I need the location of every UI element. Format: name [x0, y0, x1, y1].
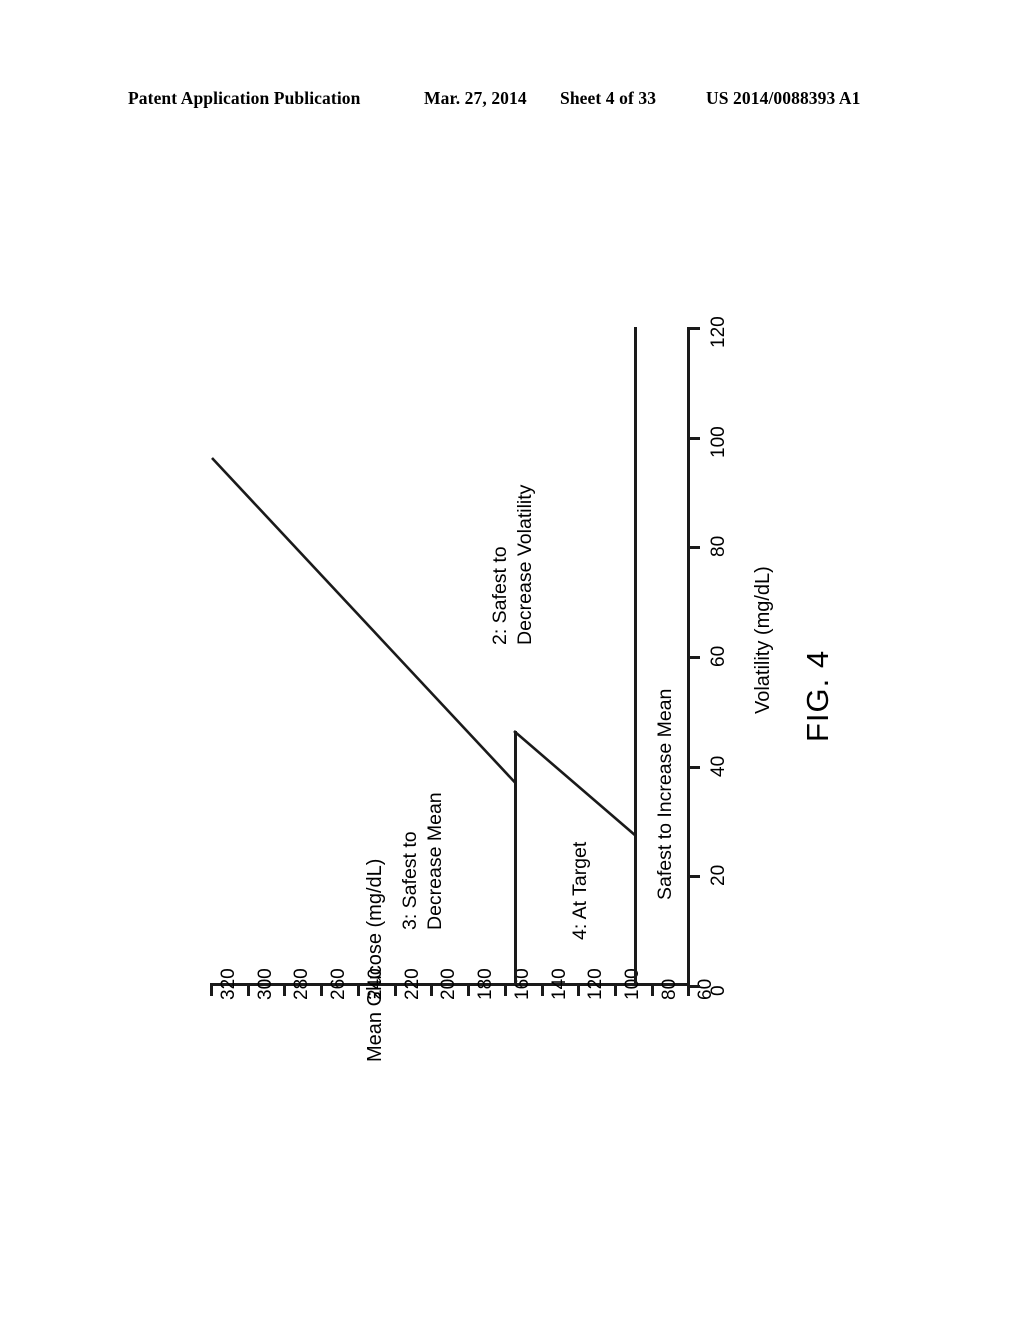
decrease-mean-boundary-diagonal	[211, 457, 517, 784]
glucose-tick-200	[430, 985, 433, 996]
volatility-tick-label-120: 120	[708, 316, 729, 348]
mean-glucose-axis-title: Mean Glucose (mg/dL)	[364, 858, 386, 1062]
glucose-tick-80	[651, 985, 654, 996]
region-label-decrease-mean-line1: 3: Safest to	[399, 831, 421, 930]
volatility-tick-20	[689, 875, 700, 878]
volatility-tick-label-60: 60	[708, 645, 729, 667]
figure-4-plot: 320 300 280 260 240 220 200 180 160 140 …	[0, 0, 1024, 1320]
glucose-tick-300	[247, 985, 250, 996]
region-label-at-target: 4: At Target	[568, 842, 593, 940]
volatility-tick-120	[689, 327, 700, 330]
volatility-tick-label-40: 40	[708, 755, 729, 777]
glucose-tick-label-320: 320	[218, 968, 239, 1000]
volatility-tick-label-100: 100	[708, 426, 729, 458]
glucose-tick-120	[577, 985, 580, 996]
region-label-decrease-mean-line2: Decrease Mean	[424, 792, 446, 930]
volatility-tick-100	[689, 437, 700, 440]
volatility-axis-title: Volatility (mg/dL)	[752, 566, 774, 714]
at-target-upper-boundary-diagonal	[513, 730, 637, 837]
glucose-tick-label-220: 220	[402, 968, 423, 1000]
glucose-tick-label-140: 140	[549, 968, 570, 1000]
region-label-increase-mean-line1: Safest to Increase Mean	[654, 688, 676, 900]
glucose-tick-label-260: 260	[328, 968, 349, 1000]
glucose-tick-220	[394, 985, 397, 996]
volatility-tick-40	[689, 766, 700, 769]
region-label-decrease-volatility: 2: Safest to Decrease Volatility	[488, 485, 538, 645]
glucose-tick-label-120: 120	[585, 968, 606, 1000]
glucose-tick-240	[357, 985, 360, 996]
region-boundary-diagonals	[211, 457, 637, 837]
volatility-tick-60	[689, 656, 700, 659]
region-label-decrease-volatility-line1: 2: Safest to	[489, 546, 511, 645]
figure-caption: FIG. 4	[800, 649, 835, 742]
region-label-decrease-mean: 3: Safest to Decrease Mean	[398, 792, 448, 930]
glucose-tick-label-300: 300	[255, 968, 276, 1000]
glucose-tick-label-280: 280	[291, 968, 312, 1000]
glucose-tick-320	[210, 985, 213, 996]
increase-mean-boundary-line	[634, 327, 637, 985]
volatility-tick-label-80: 80	[708, 535, 729, 557]
volatility-tick-label-0: 0	[708, 985, 729, 996]
glucose-tick-label-100: 100	[622, 968, 643, 1000]
glucose-tick-label-180: 180	[475, 968, 496, 1000]
volatility-tick-80	[689, 546, 700, 549]
region-label-increase-mean: Safest to Increase Mean	[653, 689, 678, 900]
glucose-tick-label-200: 200	[438, 968, 459, 1000]
glucose-tick-label-80: 80	[659, 978, 680, 1000]
volatility-tick-0	[689, 985, 700, 988]
at-target-left-boundary-line	[514, 731, 517, 985]
region-label-decrease-volatility-line2: Decrease Volatility	[514, 484, 536, 645]
glucose-tick-260	[320, 985, 323, 996]
region-label-at-target-line1: 4: At Target	[569, 841, 591, 940]
glucose-tick-280	[283, 985, 286, 996]
glucose-tick-100	[614, 985, 617, 996]
glucose-tick-180	[467, 985, 470, 996]
volatility-tick-label-20: 20	[708, 864, 729, 886]
glucose-tick-140	[541, 985, 544, 996]
glucose-tick-160	[504, 985, 507, 996]
